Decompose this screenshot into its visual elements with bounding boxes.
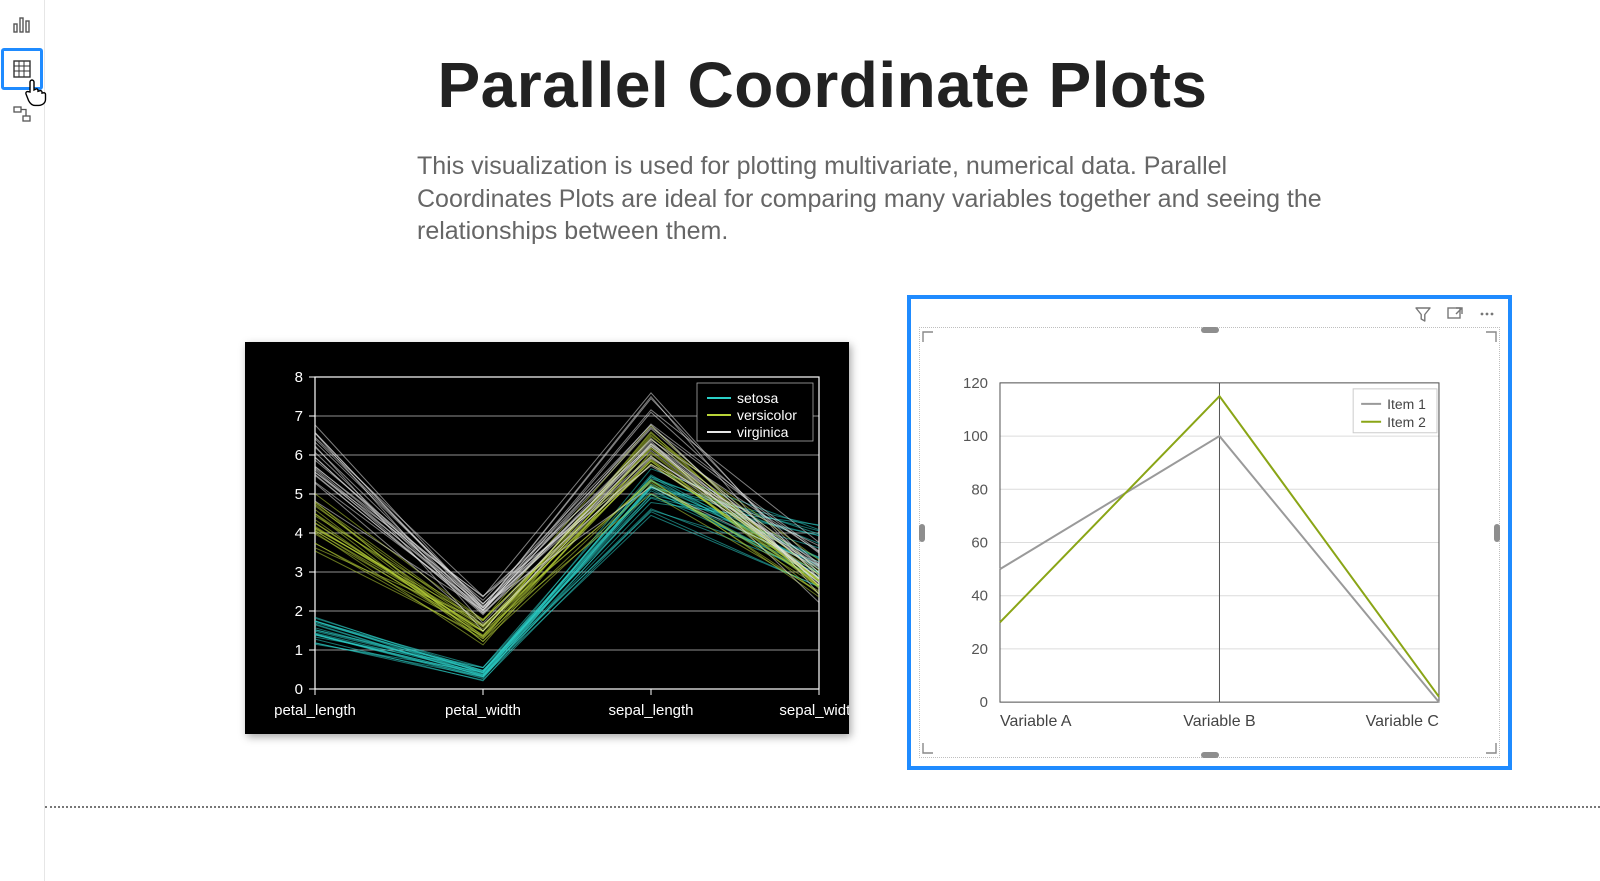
svg-text:60: 60 <box>971 534 988 551</box>
svg-text:20: 20 <box>971 641 988 658</box>
svg-text:Variable B: Variable B <box>1183 713 1255 730</box>
data-view-button[interactable] <box>1 48 43 90</box>
visual-filter-button[interactable] <box>1412 303 1434 325</box>
svg-text:6: 6 <box>295 447 303 464</box>
svg-text:40: 40 <box>971 588 988 605</box>
resize-handle-right[interactable] <box>1494 524 1500 542</box>
svg-text:2: 2 <box>295 603 303 620</box>
model-view-button[interactable] <box>4 96 40 132</box>
filter-icon <box>1414 305 1432 323</box>
visual-inner: 0 20 40 60 80 100 120 Variable A Variable B Varia… <box>919 327 1500 758</box>
svg-text:8: 8 <box>295 369 303 386</box>
data-view-icon <box>12 59 32 79</box>
crop-corner-icon <box>922 743 934 755</box>
report-view-icon <box>12 14 32 34</box>
selected-visual-frame[interactable]: 0 20 40 60 80 100 120 Variable A Variable B Varia… <box>907 295 1512 770</box>
svg-text:4: 4 <box>295 525 303 542</box>
iris-parallel-chart-svg: 0 1 2 3 4 5 6 7 8 petal_length petal_width sepal_le… <box>245 342 849 734</box>
resize-handle-left[interactable] <box>919 524 925 542</box>
svg-text:versicolor: versicolor <box>737 407 797 423</box>
crop-corner-icon <box>1485 330 1497 342</box>
svg-text:0: 0 <box>980 694 988 711</box>
svg-text:0: 0 <box>295 681 303 698</box>
svg-text:petal_length: petal_length <box>274 702 356 719</box>
model-view-icon <box>12 104 32 124</box>
visual-focus-button[interactable] <box>1444 303 1466 325</box>
item-parallel-chart-svg: 0 20 40 60 80 100 120 Variable A Variable B Varia… <box>920 328 1499 757</box>
svg-text:7: 7 <box>295 408 303 425</box>
svg-text:120: 120 <box>963 375 988 392</box>
iris-parallel-chart: 0 1 2 3 4 5 6 7 8 petal_length petal_width sepal_le… <box>245 342 849 734</box>
report-view-button[interactable] <box>4 6 40 42</box>
resize-handle-bottom[interactable] <box>1201 752 1219 758</box>
svg-text:Variable A: Variable A <box>1000 713 1072 730</box>
crop-corner-icon <box>922 330 934 342</box>
svg-text:petal_width: petal_width <box>445 702 521 719</box>
svg-text:sepal_length: sepal_length <box>608 702 693 719</box>
page-separator <box>45 806 1600 808</box>
svg-text:Variable C: Variable C <box>1366 713 1439 730</box>
resize-handle-top[interactable] <box>1201 327 1219 333</box>
visual-more-button[interactable] <box>1476 303 1498 325</box>
visual-toolbar <box>1412 303 1498 325</box>
svg-text:100: 100 <box>963 428 988 445</box>
svg-text:Item 2: Item 2 <box>1387 414 1426 430</box>
page-subtitle: This visualization is used for plotting … <box>417 150 1340 248</box>
svg-text:5: 5 <box>295 486 303 503</box>
svg-text:80: 80 <box>971 481 988 498</box>
svg-text:setosa: setosa <box>737 390 778 406</box>
crop-corner-icon <box>1485 743 1497 755</box>
svg-text:3: 3 <box>295 564 303 581</box>
page-title: Parallel Coordinate Plots <box>45 48 1600 122</box>
report-canvas[interactable]: Parallel Coordinate Plots This visualiza… <box>45 0 1600 881</box>
view-switcher-rail <box>0 0 45 881</box>
focus-mode-icon <box>1446 305 1464 323</box>
more-icon <box>1478 305 1496 323</box>
svg-text:1: 1 <box>295 642 303 659</box>
svg-text:sepal_width: sepal_width <box>779 702 849 719</box>
svg-text:Item 1: Item 1 <box>1387 396 1426 412</box>
svg-text:virginica: virginica <box>737 424 789 440</box>
